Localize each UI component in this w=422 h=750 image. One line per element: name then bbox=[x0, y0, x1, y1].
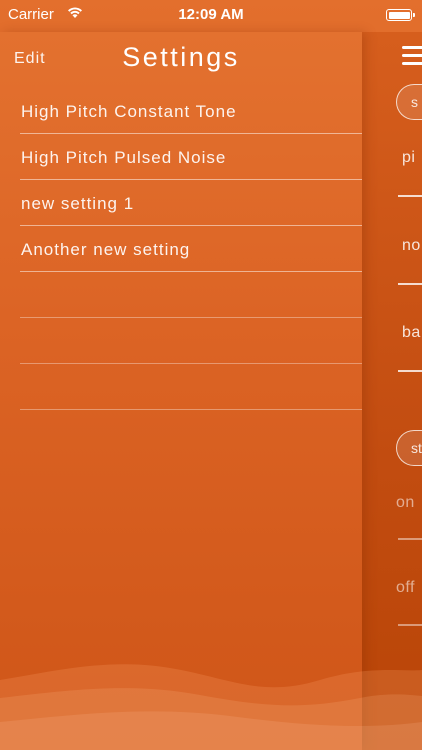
list-item[interactable]: High Pitch Constant Tone bbox=[20, 88, 362, 134]
hamburger-menu-icon[interactable] bbox=[402, 46, 422, 70]
list-item[interactable]: High Pitch Pulsed Noise bbox=[20, 134, 362, 180]
list-item-label: High Pitch Pulsed Noise bbox=[21, 148, 227, 167]
top-pill-label: s bbox=[411, 94, 418, 110]
list-item-label: High Pitch Constant Tone bbox=[21, 102, 237, 121]
empty-list-row bbox=[20, 272, 362, 318]
noise-label: no bbox=[402, 237, 421, 254]
settings-list: High Pitch Constant Tone High Pitch Puls… bbox=[20, 88, 362, 410]
on-slider[interactable] bbox=[398, 538, 422, 540]
pitch-slider[interactable] bbox=[398, 195, 422, 197]
page-title: Settings bbox=[122, 42, 240, 72]
balance-label: ba bbox=[402, 324, 421, 341]
pitch-label: pi bbox=[402, 149, 416, 166]
on-label: on bbox=[396, 494, 415, 511]
navigation-bar: Edit Settings bbox=[0, 32, 362, 88]
list-item[interactable]: Another new setting bbox=[20, 226, 362, 272]
mode-toggle-pill[interactable]: st bbox=[396, 430, 422, 466]
empty-list-row bbox=[20, 318, 362, 364]
status-bar: Carrier 12:09 AM bbox=[0, 0, 422, 32]
list-item-label: new setting 1 bbox=[21, 194, 135, 213]
mode-pill-label: st bbox=[411, 440, 422, 456]
off-label: off bbox=[396, 579, 415, 596]
decorative-waves bbox=[0, 664, 422, 750]
empty-list-row bbox=[20, 364, 362, 410]
list-item[interactable]: new setting 1 bbox=[20, 180, 362, 226]
app-screen: s pi no ba st on off Edit Settings High … bbox=[0, 0, 422, 750]
balance-slider[interactable] bbox=[398, 370, 422, 372]
noise-slider[interactable] bbox=[398, 283, 422, 285]
list-item-label: Another new setting bbox=[21, 240, 191, 259]
off-slider[interactable] bbox=[398, 624, 422, 626]
top-toggle-pill[interactable]: s bbox=[396, 84, 422, 120]
battery-icon bbox=[386, 9, 415, 21]
clock: 12:09 AM bbox=[178, 6, 244, 23]
